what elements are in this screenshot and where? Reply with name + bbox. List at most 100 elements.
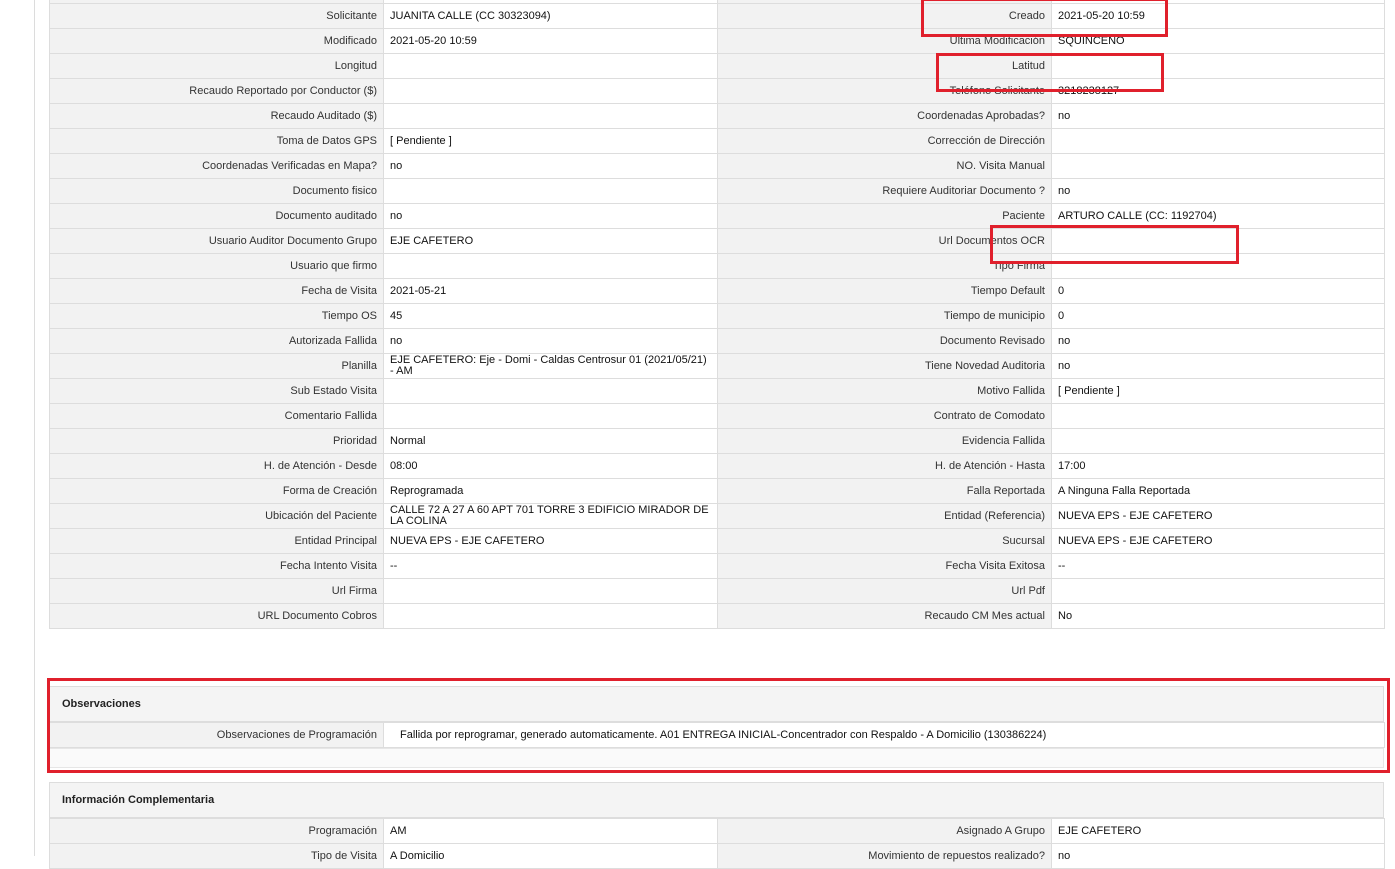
field-value: 2021-05-21 [383, 278, 718, 304]
field-label: Requiere Auditoriar Documento ? [717, 178, 1052, 204]
field-label: Recaudo Auditado ($) [49, 103, 384, 129]
complementaria-table: Programación AM Asignado A Grupo EJE CAFETE… [49, 818, 1385, 869]
field-value: 2021-05-20 10:59 [383, 28, 718, 54]
table-row: Usuario que firmo Tipo Firma [49, 253, 1385, 279]
field-value [383, 603, 718, 629]
table-row: Usuario Auditor Documento Grupo EJE CAFET… [49, 228, 1385, 254]
field-value: EJE CAFETERO: Eje - Domi - Caldas Centro… [383, 353, 718, 379]
field-value [1051, 228, 1385, 254]
observaciones-title: Observaciones [62, 698, 141, 710]
field-value [383, 53, 718, 79]
field-label: Fecha de Visita [49, 278, 384, 304]
field-value: no [383, 328, 718, 354]
field-value: 45 [383, 303, 718, 329]
field-value: Normal [383, 428, 718, 454]
field-value [383, 178, 718, 204]
field-value: no [1051, 178, 1385, 204]
field-label: Tiene Novedad Auditoria [717, 353, 1052, 379]
field-value: CALLE 72 A 27 A 60 APT 701 TORRE 3 EDIFI… [383, 503, 718, 529]
field-value [383, 578, 718, 604]
table-row: Entidad Principal NUEVA EPS - EJE CAFETER… [49, 528, 1385, 554]
table-row: Recaudo Reportado por Conductor ($) Teléf… [49, 78, 1385, 104]
field-label: H. de Atención - Desde [49, 453, 384, 479]
observaciones-table: Observaciones de Programación Fallida po… [49, 722, 1385, 748]
field-label: Latitud [717, 53, 1052, 79]
table-row: Sub Estado Visita Motivo Fallida[ Pendien… [49, 378, 1385, 404]
table-row: Tipo de Visita A Domicilio Movimiento de r… [49, 843, 1385, 869]
field-label: Tiempo de municipio [717, 303, 1052, 329]
field-label: NO. Visita Manual [717, 153, 1052, 179]
visit-details-table: EstadoPendienteCreado Por UsuarioSQUINCE… [49, 0, 1385, 629]
field-label: Tiempo Default [717, 278, 1052, 304]
table-row: Forma de Creación Reprogramada Falla Repor… [49, 478, 1385, 504]
observaciones-spacer [49, 748, 1384, 768]
field-value: [ Pendiente ] [383, 128, 718, 154]
field-value: 2021-05-20 10:59 [1051, 3, 1385, 29]
field-value [383, 253, 718, 279]
field-value: no [383, 153, 718, 179]
field-value: No [1051, 603, 1385, 629]
field-label: Forma de Creación [49, 478, 384, 504]
field-value: no [1051, 843, 1385, 869]
field-label: Url Firma [49, 578, 384, 604]
field-value: 0 [1051, 278, 1385, 304]
field-label: Toma de Datos GPS [49, 128, 384, 154]
field-value [383, 78, 718, 104]
field-label: Entidad (Referencia) [717, 503, 1052, 529]
field-value: EJE CAFETERO [383, 228, 718, 254]
field-value: JUANITA CALLE (CC 30323094) [383, 3, 718, 29]
field-label: Url Documentos OCR [717, 228, 1052, 254]
observaciones-header: Observaciones [49, 686, 1384, 722]
field-label: Teléfono Solicitante [717, 78, 1052, 104]
field-value: SQUINCENO [1051, 28, 1385, 54]
field-label: Evidencia Fallida [717, 428, 1052, 454]
field-value [1051, 403, 1385, 429]
table-row: Toma de Datos GPS[ Pendiente ] Corrección… [49, 128, 1385, 154]
field-label: Tipo de Visita [49, 843, 384, 869]
field-label: Programación [49, 818, 384, 844]
field-value: NUEVA EPS - EJE CAFETERO [1051, 528, 1385, 554]
field-value [383, 378, 718, 404]
table-row: Documento fisico Requiere Auditoriar Docu… [49, 178, 1385, 204]
field-label: Sub Estado Visita [49, 378, 384, 404]
field-label: URL Documento Cobros [49, 603, 384, 629]
table-row: H. de Atención - Desde 08:00 H. de Atenció… [49, 453, 1385, 479]
field-label: Documento fisico [49, 178, 384, 204]
field-value: A Domicilio [383, 843, 718, 869]
field-label: Prioridad [49, 428, 384, 454]
field-value [1051, 53, 1385, 79]
field-value [1051, 253, 1385, 279]
field-label: Documento Revisado [717, 328, 1052, 354]
field-value: [ Pendiente ] [1051, 378, 1385, 404]
field-value: no [1051, 103, 1385, 129]
field-value [1051, 153, 1385, 179]
field-label: Asignado A Grupo [717, 818, 1052, 844]
field-value: A Ninguna Falla Reportada [1051, 478, 1385, 504]
table-row: Fecha de Visita 2021-05-21 Tiempo Default 0 [49, 278, 1385, 304]
field-label: Modificado [49, 28, 384, 54]
field-value: Reprogramada [383, 478, 718, 504]
field-label: Sucursal [717, 528, 1052, 554]
field-label: Creado [717, 3, 1052, 29]
field-value: NUEVA EPS - EJE CAFETERO [1051, 503, 1385, 529]
field-label: Fecha Intento Visita [49, 553, 384, 579]
field-label: Recaudo Reportado por Conductor ($) [49, 78, 384, 104]
table-row: Recaudo Auditado ($) Coordenadas Aprobada… [49, 103, 1385, 129]
field-value [1051, 428, 1385, 454]
field-label: Contrato de Comodato [717, 403, 1052, 429]
table-row: Documento auditado no Paciente ARTURO CALLE… [49, 203, 1385, 229]
field-value: ARTURO CALLE (CC: 1192704) [1051, 203, 1385, 229]
observaciones-programacion-value: Fallida por reprogramar, generado automa… [383, 722, 1385, 748]
table-row: Url Firma Url Pdf [49, 578, 1385, 604]
field-label: Coordenadas Verificadas en Mapa? [49, 153, 384, 179]
table-row: Coordenadas Verificadas en Mapa? no NO. Vi… [49, 153, 1385, 179]
field-label: Url Pdf [717, 578, 1052, 604]
field-value: -- [1051, 553, 1385, 579]
field-label: Comentario Fallida [49, 403, 384, 429]
field-label: Paciente [717, 203, 1052, 229]
field-label: Usuario Auditor Documento Grupo [49, 228, 384, 254]
field-value: 0 [1051, 303, 1385, 329]
field-value: no [383, 203, 718, 229]
field-label: Ubicación del Paciente [49, 503, 384, 529]
field-value [383, 103, 718, 129]
